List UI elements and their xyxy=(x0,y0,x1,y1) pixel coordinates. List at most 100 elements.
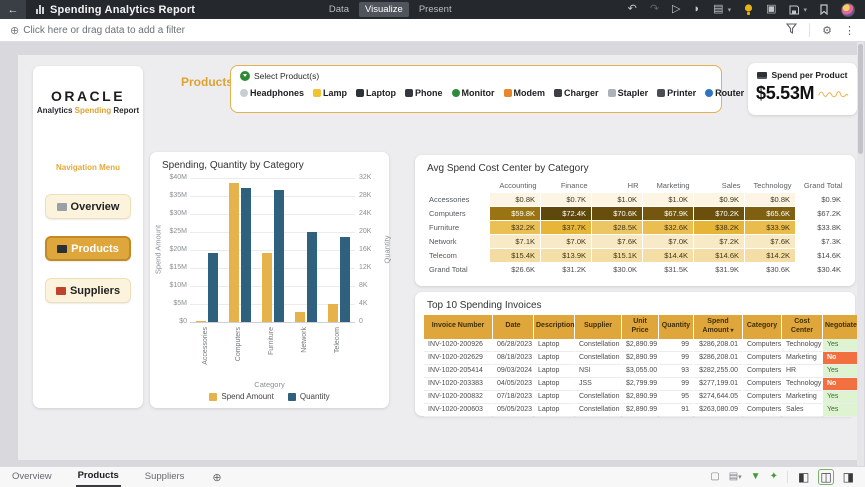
tab-visualize[interactable]: Visualize xyxy=(359,2,409,17)
heatmap-cell[interactable]: $1.0K xyxy=(643,193,694,207)
heatmap-cell[interactable]: $0.8K xyxy=(490,193,541,207)
heatmap-cell[interactable]: $30.6K xyxy=(745,263,796,277)
quantity-bar-computers[interactable] xyxy=(241,188,251,322)
heatmap-cell[interactable]: $70.2K xyxy=(694,207,745,221)
table-row[interactable]: INV-1020-20338304/05/2023LaptopJSS$2,799… xyxy=(424,378,857,391)
back-button[interactable]: ← xyxy=(0,0,26,19)
heatmap-cell[interactable]: $59.8K xyxy=(490,207,541,221)
vertical-scrollbar[interactable] xyxy=(857,42,864,466)
heatmap-cell[interactable]: $32.2K xyxy=(490,221,541,235)
invoices-column-header[interactable]: Cost Center xyxy=(782,315,822,339)
invoices-column-header[interactable]: Spend Amount ▾ xyxy=(694,315,742,339)
product-item-charger[interactable]: Charger xyxy=(554,88,599,98)
invoices-column-header[interactable]: Date xyxy=(493,315,533,339)
product-item-printer[interactable]: Printer xyxy=(657,88,696,98)
table-row[interactable]: INV-1020-20541409/03/2024LaptopNSI$3,055… xyxy=(424,365,857,378)
heatmap-cell[interactable]: $70.6K xyxy=(592,207,643,221)
quantity-bar-network[interactable] xyxy=(307,232,317,322)
preview-icon[interactable]: ▷ xyxy=(672,4,680,15)
invoices-column-header[interactable]: Category xyxy=(743,315,781,339)
add-canvas-icon[interactable]: ⊕ xyxy=(212,471,221,484)
table-row[interactable]: INV-1020-20262908/18/2023LaptopConstella… xyxy=(424,352,857,365)
avg-spend-heatmap[interactable]: Avg Spend Cost Center by Category Accoun… xyxy=(415,155,855,286)
spend-bar-telecom[interactable] xyxy=(328,304,338,322)
sidebar-item-products[interactable]: Products xyxy=(45,236,131,261)
heatmap-cell[interactable]: $28.5K xyxy=(592,221,643,235)
invoices-column-header[interactable]: Description xyxy=(534,315,574,339)
data-refresh-icon[interactable]: ▼ xyxy=(751,472,761,482)
chevron-down-icon[interactable]: ▾ xyxy=(803,6,807,14)
scrollbar-thumb[interactable] xyxy=(858,44,863,154)
chevron-down-icon[interactable]: ▾ xyxy=(728,6,732,14)
table-row[interactable]: INV-1020-20083207/18/2023LaptopConstella… xyxy=(424,391,857,404)
product-item-router[interactable]: Router xyxy=(705,88,744,98)
sidebar-item-suppliers[interactable]: Suppliers xyxy=(45,278,131,303)
heatmap-cell[interactable]: $14.2K xyxy=(745,249,796,263)
spend-bar-network[interactable] xyxy=(295,312,305,322)
product-item-laptop[interactable]: Laptop xyxy=(356,88,396,98)
quantity-bar-furniture[interactable] xyxy=(274,190,284,322)
product-item-modem[interactable]: Modem xyxy=(504,88,546,98)
bookmark-icon[interactable] xyxy=(820,4,828,15)
heatmap-cell[interactable]: $0.8K xyxy=(745,193,796,207)
heatmap-cell[interactable]: $37.7K xyxy=(541,221,592,235)
top-invoices-panel[interactable]: Top 10 Spending Invoices Invoice NumberD… xyxy=(415,292,855,416)
layout-center-panel-icon[interactable]: ◫ xyxy=(819,470,832,484)
table-row[interactable]: INV-1020-20060305/05/2023LaptopConstella… xyxy=(424,404,857,417)
export-frame-icon[interactable]: ▣ xyxy=(766,4,776,15)
user-avatar[interactable] xyxy=(841,3,855,17)
heatmap-cell[interactable]: $31.5K xyxy=(643,263,694,277)
undo-icon[interactable]: ↶ xyxy=(628,4,637,15)
heatmap-cell[interactable]: $13.9K xyxy=(541,249,592,263)
canvas-tab-suppliers[interactable]: Suppliers xyxy=(143,468,187,486)
heatmap-cell[interactable]: $32.6K xyxy=(643,221,694,235)
invoices-column-header[interactable]: Supplier xyxy=(575,315,621,339)
select-products-header[interactable]: Select Product(s) xyxy=(240,71,712,81)
invoices-column-header[interactable]: Unit Price xyxy=(622,315,658,339)
sidebar-item-overview[interactable]: Overview xyxy=(45,194,131,219)
table-row[interactable]: INV-1020-20092606/28/2023LaptopConstella… xyxy=(424,339,857,352)
spend-bar-accessories[interactable] xyxy=(196,321,206,322)
heatmap-cell[interactable]: $7.6K xyxy=(745,235,796,249)
heatmap-cell[interactable]: $30.0K xyxy=(592,263,643,277)
heatmap-cell[interactable]: $14.6K xyxy=(694,249,745,263)
canvas-tab-overview[interactable]: Overview xyxy=(10,468,54,486)
heatmap-cell[interactable]: $31.2K xyxy=(541,263,592,277)
heatmap-cell[interactable]: $15.1K xyxy=(592,249,643,263)
grid-view-icon[interactable]: ▤ xyxy=(729,472,738,482)
heatmap-cell[interactable]: $0.9K xyxy=(694,193,745,207)
product-item-headphones[interactable]: Headphones xyxy=(240,88,304,98)
invoices-column-header[interactable]: Quantity xyxy=(659,315,693,339)
invoices-column-header[interactable]: Invoice Number xyxy=(424,315,492,339)
thumbnail-view-icon[interactable]: ▢ xyxy=(710,472,719,482)
insights-lightbulb-icon[interactable] xyxy=(744,4,753,16)
canvas-tab-products[interactable]: Products xyxy=(76,467,121,487)
heatmap-cell[interactable]: $67.9K xyxy=(643,207,694,221)
heatmap-cell[interactable]: $7.0K xyxy=(541,235,592,249)
quantity-bar-telecom[interactable] xyxy=(340,237,350,322)
heatmap-cell[interactable]: $26.6K xyxy=(490,263,541,277)
invoices-column-header[interactable]: Negotiated xyxy=(823,315,857,339)
limit-filters-icon[interactable] xyxy=(786,21,797,39)
layout-right-panel-icon[interactable]: ◨ xyxy=(842,470,855,484)
product-item-phone[interactable]: Phone xyxy=(405,88,443,98)
save-icon[interactable] xyxy=(789,5,799,15)
heatmap-cell[interactable]: $15.4K xyxy=(490,249,541,263)
product-item-monitor[interactable]: Monitor xyxy=(452,88,495,98)
heatmap-cell[interactable]: $1.0K xyxy=(592,193,643,207)
spend-bar-computers[interactable] xyxy=(229,183,239,322)
heatmap-cell[interactable]: $65.6K xyxy=(745,207,796,221)
heatmap-cell[interactable]: $31.9K xyxy=(694,263,745,277)
chevron-down-icon[interactable]: ▾ xyxy=(738,473,742,481)
canvas-settings-icon[interactable]: ▤ xyxy=(713,4,723,15)
spending-quantity-chart[interactable]: Spending, Quantity by Category $00$5M4K$… xyxy=(150,152,389,408)
heatmap-cell[interactable]: $38.2K xyxy=(694,221,745,235)
spend-bar-furniture[interactable] xyxy=(262,253,272,322)
product-item-lamp[interactable]: Lamp xyxy=(313,88,347,98)
kebab-menu-icon[interactable]: ⋮ xyxy=(844,24,855,37)
heatmap-cell[interactable]: $0.7K xyxy=(541,193,592,207)
refresh-data-icon[interactable]: ◗ xyxy=(694,4,701,15)
layout-left-panel-icon[interactable]: ◧ xyxy=(797,470,810,484)
heatmap-cell[interactable]: $14.4K xyxy=(643,249,694,263)
redo-icon[interactable]: ↷ xyxy=(650,4,659,15)
